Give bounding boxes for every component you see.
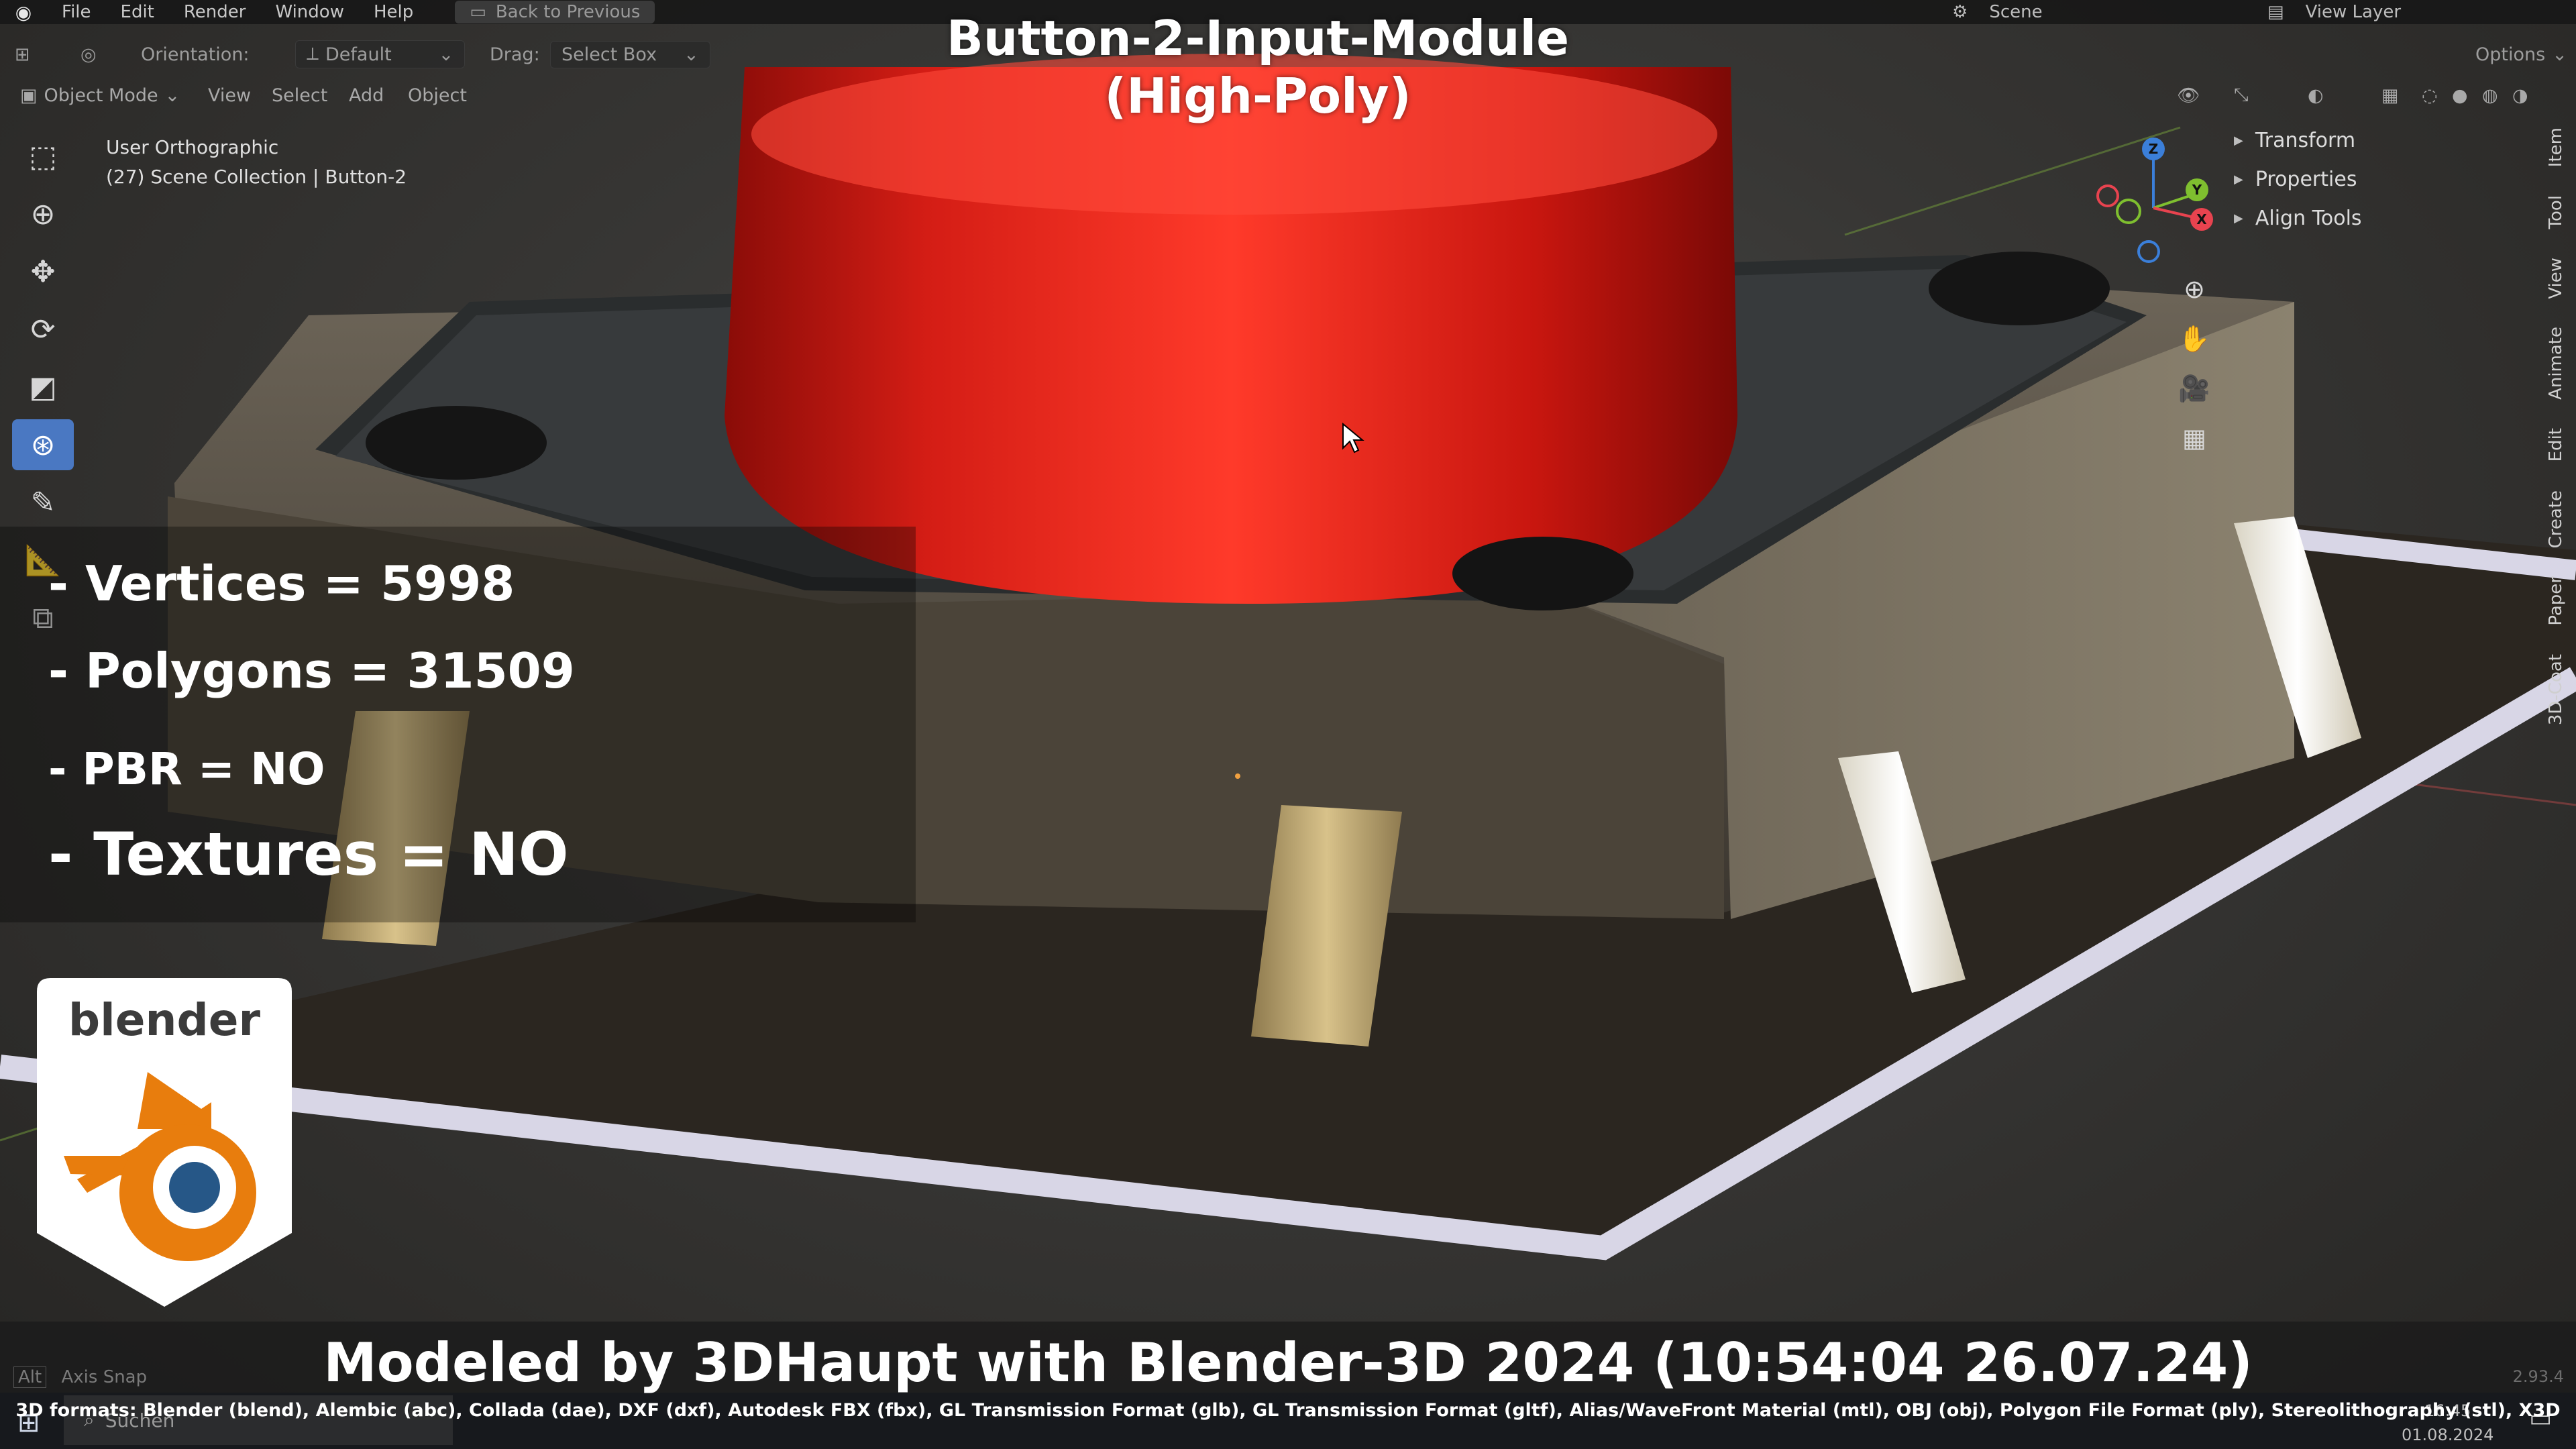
navigation-gizmo[interactable]: Z Y X — [2086, 134, 2220, 268]
panel-transform-label: Transform — [2255, 128, 2356, 152]
pan-view-icon[interactable]: ✋ — [2172, 317, 2216, 361]
sidebar-panel: ▶ Transform ▶ Properties ▶ Align Tools — [2234, 121, 2536, 237]
panel-align-tools[interactable]: ▶ Align Tools — [2234, 199, 2536, 237]
orientation-value: Default — [325, 44, 392, 65]
viewport-info: User Orthographic (27) Scene Collection … — [106, 133, 407, 192]
model-title-line1: Button-2-Input-Module — [946, 10, 1570, 66]
gizmo-x-label: X — [2196, 211, 2207, 227]
panel-properties-label: Properties — [2255, 167, 2357, 191]
disclosure-triangle-icon: ▶ — [2234, 211, 2243, 225]
model-title: Button-2-Input-Module (High-Poly) — [872, 9, 1644, 125]
panel-transform[interactable]: ▶ Transform — [2234, 121, 2536, 160]
object-mode-icon: ▣ — [20, 85, 38, 106]
view-layer-label: View Layer — [2305, 2, 2402, 22]
shading-solid-icon[interactable]: ● — [2452, 85, 2468, 106]
orientation-label: Orientation: — [141, 44, 250, 65]
blender-logo: blender — [37, 978, 292, 1307]
tab-3d-coat[interactable]: 3D-Coat — [2546, 654, 2566, 725]
tab-view[interactable]: View — [2546, 258, 2566, 299]
menu-edit[interactable]: Edit — [106, 2, 169, 22]
object-mode-dropdown[interactable]: ▣ Object Mode ⌄ — [20, 85, 180, 106]
view-name: User Orthographic — [106, 136, 279, 158]
chevron-down-icon: ⌄ — [2552, 44, 2567, 65]
tab-animate[interactable]: Animate — [2546, 327, 2566, 400]
disclosure-triangle-icon: ▶ — [2234, 172, 2243, 186]
textures-stat: - Textures = NO — [48, 820, 569, 889]
tab-item[interactable]: Item — [2546, 127, 2566, 167]
panel-align-tools-label: Align Tools — [2255, 206, 2362, 230]
disclosure-triangle-icon: ▶ — [2234, 133, 2243, 148]
chevron-down-icon: ⌄ — [438, 44, 454, 65]
add-menu[interactable]: Add — [349, 85, 384, 106]
back-label: Back to Previous — [495, 2, 641, 22]
chevron-down-icon: ⌄ — [164, 85, 180, 106]
tab-create[interactable]: Create — [2546, 490, 2566, 548]
options-label: Options — [2475, 44, 2546, 65]
zoom-view-icon[interactable]: ⊕ — [2172, 267, 2216, 311]
menu-file[interactable]: File — [47, 2, 106, 22]
options-dropdown[interactable]: Options ⌄ — [2475, 44, 2567, 65]
editor-type-button[interactable]: ⊞ — [15, 44, 30, 65]
blender-wordmark: blender — [68, 994, 261, 1046]
overlays-toggle-icon[interactable]: ◐ — [2308, 85, 2324, 106]
tab-paper[interactable]: Paper — [2546, 576, 2566, 626]
clock-date: 01.08.2024 — [2402, 1426, 2494, 1444]
formats-caption: 3D formats: Blender (blend), Alembic (ab… — [15, 1400, 2561, 1421]
orientation-icon: ⟂ — [307, 44, 319, 64]
camera-view-icon[interactable]: 🎥 — [2172, 366, 2216, 411]
gizmo-z-label: Z — [2149, 141, 2159, 157]
view-layer-icon: ▤ — [2267, 2, 2284, 22]
mouse-cursor-icon — [1342, 423, 1364, 453]
cursor-tool-icon[interactable]: ⊕ — [12, 189, 74, 239]
object-mode-value: Object Mode — [44, 85, 158, 106]
scene-icon: ⚙ — [1952, 2, 1968, 22]
back-icon: ▭ — [470, 2, 486, 22]
move-tool-icon[interactable]: ✥ — [12, 246, 74, 297]
shading-rendered-icon[interactable]: ◑ — [2512, 85, 2528, 106]
shading-wireframe-icon[interactable]: ◌ — [2422, 85, 2438, 106]
drag-dropdown[interactable]: Select Box ⌄ — [550, 40, 710, 68]
editor-type-icon: ⊞ — [15, 44, 30, 65]
drag-label: Drag: — [490, 44, 540, 65]
tab-edit[interactable]: Edit — [2546, 428, 2566, 462]
active-tool-icon[interactable]: ◎ — [80, 44, 97, 65]
gizmo-toggle-icon[interactable]: ⤡ — [2234, 85, 2249, 106]
select-menu[interactable]: Select — [272, 85, 327, 106]
menu-render[interactable]: Render — [169, 2, 261, 22]
collection-path: (27) Scene Collection | Button-2 — [106, 166, 407, 188]
sidebar-tabs: Item Tool View Animate Edit Create Paper… — [2546, 127, 2576, 753]
gizmo-y-label: Y — [2192, 182, 2202, 198]
orientation-dropdown[interactable]: ⟂ Default ⌄ — [295, 40, 466, 68]
view-menu[interactable]: View — [208, 85, 251, 106]
pbr-stat: - PBR = NO — [48, 743, 325, 795]
menu-help[interactable]: Help — [359, 2, 428, 22]
perspective-toggle-icon[interactable]: ▦ — [2172, 416, 2216, 460]
scene-selector[interactable]: ⚙ Scene — [1952, 2, 2043, 22]
transform-tool-icon[interactable]: ⊛ — [12, 419, 74, 470]
rotate-tool-icon[interactable]: ⟳ — [12, 304, 74, 355]
shading-material-icon[interactable]: ◍ — [2482, 85, 2498, 106]
vertices-stat: - Vertices = 5998 — [48, 555, 515, 612]
menu-window[interactable]: Window — [260, 2, 359, 22]
panel-properties[interactable]: ▶ Properties — [2234, 160, 2536, 199]
scale-tool-icon[interactable]: ◩ — [12, 362, 74, 413]
scene-label: Scene — [1989, 2, 2043, 22]
annotate-tool-icon[interactable]: ✎ — [12, 477, 74, 528]
object-menu[interactable]: Object — [408, 85, 467, 106]
xray-toggle-icon[interactable]: ▦ — [2381, 85, 2399, 106]
modeled-by-caption: Modeled by 3DHaupt with Blender-3D 2024 … — [323, 1332, 2253, 1394]
blender-menu-icon[interactable]: ◉ — [0, 0, 47, 24]
model-title-line2: (High-Poly) — [1104, 68, 1411, 124]
visibility-icon[interactable]: 👁 — [2177, 85, 2200, 106]
view-layer-selector[interactable]: ▤ View Layer — [2267, 2, 2401, 22]
back-to-previous-button[interactable]: ▭ Back to Previous — [455, 1, 655, 23]
polygons-stat: - Polygons = 31509 — [48, 643, 575, 699]
chevron-down-icon: ⌄ — [684, 44, 699, 65]
drag-value: Select Box — [561, 44, 657, 65]
select-box-tool-icon[interactable]: ⬚ — [12, 131, 74, 182]
tab-tool[interactable]: Tool — [2546, 195, 2566, 229]
